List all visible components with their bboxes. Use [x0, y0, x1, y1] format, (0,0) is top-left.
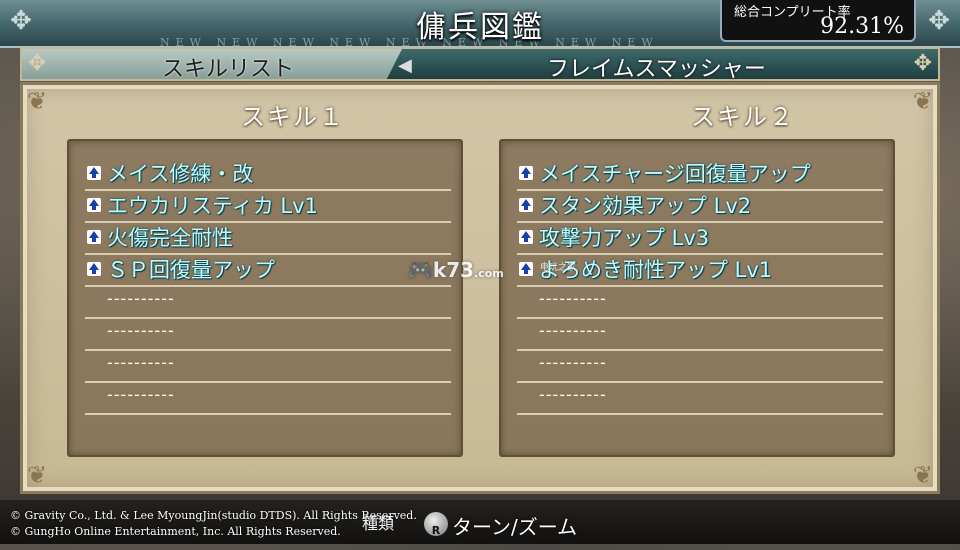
skill-row[interactable]: ---------- [85, 317, 451, 351]
skill-row[interactable]: ---------- [517, 285, 883, 319]
empty-skill-slot: ---------- [539, 353, 607, 372]
skill2-list: メイスチャージ回復量アップ スタン効果アップ Lv2 攻撃力アップ Lv3 よろめき耐… [499, 139, 895, 457]
skill-name: スタン効果アップ Lv2 [539, 194, 752, 218]
skill-row[interactable]: メイス修練・改 [85, 157, 451, 191]
skill-row[interactable]: ---------- [517, 317, 883, 351]
skill-row[interactable]: スタン効果アップ Lv2 [517, 189, 883, 223]
skill1-title: スキル１ [241, 103, 345, 131]
empty-skill-slot: ---------- [107, 289, 175, 308]
upgrade-arrow-icon [519, 166, 533, 180]
skill-name: 攻撃力アップ Lv3 [539, 226, 710, 250]
tab-skill-list-label: スキルリスト [162, 57, 295, 82]
watermark-domain: .com [474, 267, 504, 280]
copyright-gravity: © Gravity Co., Ltd. & Lee MyoungJin(stud… [10, 509, 417, 522]
skill-row[interactable]: 攻撃力アップ Lv3 [517, 221, 883, 255]
skill-panel: ❦ ❦ ❦ ❦ スキル１ スキル２ メイス修練・改エウカリスティカ Lv1 火傷完… [20, 82, 940, 494]
watermark-text: k73 [432, 258, 475, 282]
title-bar: ✥ NEW NEW NEW NEW NEW NEW NEW NEW NEW 傭兵… [0, 0, 960, 48]
skill-row[interactable]: ---------- [85, 381, 451, 415]
skill-row[interactable]: エウカリスティカ Lv1 [85, 189, 451, 223]
skill-row[interactable]: ＳＰ回復量アップ [85, 253, 451, 287]
upgrade-arrow-icon [87, 166, 101, 180]
skill1-list: メイス修練・改エウカリスティカ Lv1 火傷完全耐性 ＳＰ回復量アップ -------… [67, 139, 463, 457]
empty-skill-slot: ---------- [539, 321, 607, 340]
skill-row[interactable]: ---------- [517, 349, 883, 383]
skill-name: メイスチャージ回復量アップ [539, 162, 811, 186]
empty-skill-slot: ---------- [107, 385, 175, 404]
skill-row[interactable]: ---------- [517, 381, 883, 415]
upgrade-arrow-icon [519, 198, 533, 212]
watermark-sub: 电玩之家 [540, 263, 577, 273]
skill2-title: スキル２ [691, 103, 795, 131]
upgrade-arrow-icon [519, 230, 533, 244]
upgrade-arrow-icon [87, 230, 101, 244]
corner-ornament-icon: ❦ [27, 461, 48, 489]
empty-skill-slot: ---------- [107, 321, 175, 340]
turn-zoom-label: ターン/ズーム [452, 515, 578, 539]
corner-ornament-icon: ❦ [912, 87, 933, 115]
skill-name: ＳＰ回復量アップ [107, 258, 275, 282]
empty-skill-slot: ---------- [539, 289, 607, 308]
skill-name: エウカリスティカ Lv1 [107, 194, 318, 218]
tab-bar: ✥ スキルリスト ◀ フレイムスマッシャー ✥ [20, 47, 940, 82]
skill-name: メイス修練・改 [107, 162, 254, 186]
watermark: 🎮k73.com [408, 258, 504, 282]
upgrade-arrow-icon [519, 262, 533, 276]
skill-row[interactable]: メイスチャージ回復量アップ [517, 157, 883, 191]
skill-name: 火傷完全耐性 [107, 226, 233, 250]
celtic-knot-icon: ✥ [928, 6, 950, 36]
empty-skill-slot: ---------- [539, 385, 607, 404]
mercenary-name: フレイムスマッシャー [547, 57, 766, 82]
chevron-left-icon: ◀ [398, 55, 412, 76]
corner-ornament-icon: ❦ [912, 461, 933, 489]
celtic-knot-icon: ✥ [913, 51, 932, 76]
upgrade-arrow-icon [87, 198, 101, 212]
gamepad-icon: 🎮 [408, 258, 433, 282]
celtic-knot-icon: ✥ [28, 51, 47, 76]
skill-row[interactable]: ---------- [85, 349, 451, 383]
completion-rate-box: 総合コンプリート率 92.31% [720, 0, 916, 42]
skill-row[interactable]: 火傷完全耐性 [85, 221, 451, 255]
footer-hint: 種類 [362, 514, 395, 533]
upgrade-arrow-icon [87, 262, 101, 276]
empty-skill-slot: ---------- [107, 353, 175, 372]
r-button-icon[interactable]: R [424, 512, 448, 537]
corner-ornament-icon: ❦ [27, 87, 48, 115]
skill-row[interactable]: ---------- [85, 285, 451, 319]
completion-value: 92.31% [820, 14, 904, 39]
copyright-gungho: © GungHo Online Entertainment, Inc. All … [10, 525, 341, 538]
